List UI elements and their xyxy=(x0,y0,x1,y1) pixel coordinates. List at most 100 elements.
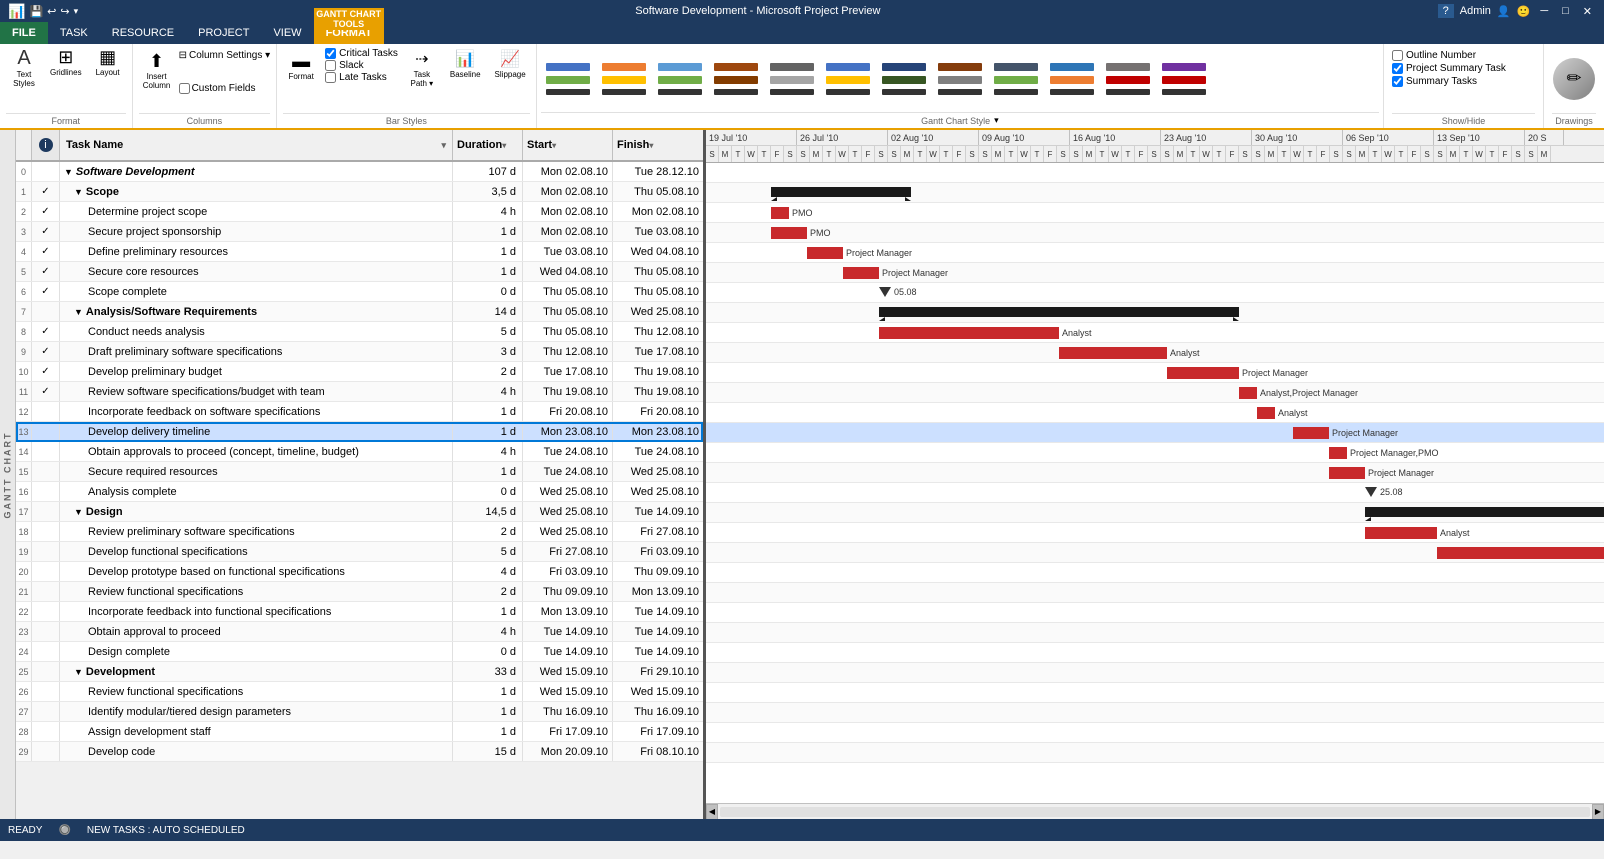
gantt-style-expand[interactable]: ▾ xyxy=(994,115,999,126)
table-row[interactable]: 14Obtain approvals to proceed (concept, … xyxy=(16,442,703,462)
custom-fields-check[interactable] xyxy=(179,83,190,94)
table-row[interactable]: 10✓Develop preliminary budget2 dTue 17.0… xyxy=(16,362,703,382)
baseline-btn[interactable]: 📊 Baseline xyxy=(446,46,485,81)
table-row[interactable]: 2✓Determine project scope4 hMon 02.08.10… xyxy=(16,202,703,222)
table-row[interactable]: 5✓Secure core resources1 dWed 04.08.10Th… xyxy=(16,262,703,282)
minimize-btn[interactable]: ─ xyxy=(1536,5,1552,17)
quick-access-redo[interactable]: ↪ xyxy=(60,5,69,18)
table-row[interactable]: 22Incorporate feedback into functional s… xyxy=(16,602,703,622)
gantt-scroll-right[interactable]: ▶ xyxy=(1592,804,1604,820)
close-btn[interactable]: ✕ xyxy=(1579,5,1596,18)
tab-view[interactable]: VIEW xyxy=(261,22,313,44)
project-summary-task-check[interactable] xyxy=(1392,63,1403,74)
table-row[interactable]: 1✓▼Scope3,5 dMon 02.08.10Thu 05.08.10 xyxy=(16,182,703,202)
layout-btn[interactable]: ▦ Layout xyxy=(90,46,126,79)
table-row[interactable]: 17▼Design14,5 dWed 25.08.10Tue 14.09.10 xyxy=(16,502,703,522)
tab-project[interactable]: PROJECT xyxy=(186,22,261,44)
table-row[interactable]: 16Analysis complete0 dWed 25.08.10Wed 25… xyxy=(16,482,703,502)
gantt-style-6[interactable] xyxy=(821,59,875,99)
gantt-style-3[interactable] xyxy=(653,59,707,99)
restore-btn[interactable]: □ xyxy=(1558,5,1573,17)
table-row[interactable]: 29Develop code15 dMon 20.09.10Fri 08.10.… xyxy=(16,742,703,762)
project-summary-task-checkbox[interactable]: Project Summary Task xyxy=(1392,63,1535,74)
table-row[interactable]: 19Develop functional specifications5 dFr… xyxy=(16,542,703,562)
table-row[interactable]: 11✓Review software specifications/budget… xyxy=(16,382,703,402)
gantt-style-11[interactable] xyxy=(1101,59,1155,99)
gridlines-btn[interactable]: ⊞ Gridlines xyxy=(46,46,86,79)
table-row[interactable]: 12Incorporate feedback on software speci… xyxy=(16,402,703,422)
col-duration-header[interactable]: Duration ▾ xyxy=(453,130,523,160)
format-bar-btn[interactable]: ▬ Format xyxy=(283,46,319,83)
start-filter-icon[interactable]: ▾ xyxy=(552,141,556,150)
col-start-header[interactable]: Start ▾ xyxy=(523,130,613,160)
drawing-btn[interactable]: ✏ xyxy=(1552,46,1596,111)
drawing-circle-icon[interactable]: ✏ xyxy=(1553,58,1595,100)
summary-tasks-checkbox[interactable]: Summary Tasks xyxy=(1392,76,1535,87)
table-row[interactable]: 24Design complete0 dTue 14.09.10Tue 14.0… xyxy=(16,642,703,662)
table-row[interactable]: 8✓Conduct needs analysis5 dThu 05.08.10T… xyxy=(16,322,703,342)
slack-check[interactable] xyxy=(325,60,336,71)
tab-file[interactable]: FILE xyxy=(0,22,48,44)
col-task-name-header[interactable]: Task Name ▾ xyxy=(60,130,453,160)
summary-tasks-check[interactable] xyxy=(1392,76,1403,87)
tab-resource[interactable]: RESOURCE xyxy=(100,22,186,44)
cell-duration: 1 d xyxy=(453,262,523,281)
table-row[interactable]: 6✓Scope complete0 dThu 05.08.10Thu 05.08… xyxy=(16,282,703,302)
column-settings-btn[interactable]: ⊟ Column Settings ▾ xyxy=(179,50,271,61)
text-styles-btn[interactable]: A TextStyles xyxy=(6,46,42,90)
gantt-style-8[interactable] xyxy=(933,59,987,99)
table-row[interactable]: 28Assign development staff1 dFri 17.09.1… xyxy=(16,722,703,742)
gantt-style-12[interactable] xyxy=(1157,59,1211,99)
table-row[interactable]: 9✓Draft preliminary software specificati… xyxy=(16,342,703,362)
gantt-style-4[interactable] xyxy=(709,59,763,99)
gantt-style-9[interactable] xyxy=(989,59,1043,99)
custom-fields-checkbox[interactable]: Custom Fields xyxy=(179,83,256,94)
tab-task[interactable]: TASK xyxy=(48,22,100,44)
table-row[interactable]: 13Develop delivery timeline1 dMon 23.08.… xyxy=(16,422,703,442)
table-row[interactable]: 26Review functional specifications1 dWed… xyxy=(16,682,703,702)
table-row[interactable]: 21Review functional specifications2 dThu… xyxy=(16,582,703,602)
table-row[interactable]: 0▼Software Development107 dMon 02.08.10T… xyxy=(16,162,703,182)
gantt-style-2[interactable] xyxy=(597,59,651,99)
tab-format[interactable]: FORMAT GANTT CHART TOOLS xyxy=(314,22,384,44)
day-header-cell: S xyxy=(1252,146,1265,162)
late-tasks-checkbox[interactable]: Late Tasks xyxy=(325,72,398,83)
late-tasks-check[interactable] xyxy=(325,72,336,83)
gantt-style-5[interactable] xyxy=(765,59,819,99)
finish-filter-icon[interactable]: ▾ xyxy=(649,141,653,150)
col-finish-header[interactable]: Finish ▾ xyxy=(613,130,703,160)
table-row[interactable]: 3✓Secure project sponsorship1 dMon 02.08… xyxy=(16,222,703,242)
outline-number-check[interactable] xyxy=(1392,50,1403,61)
quick-access-undo[interactable]: ↩ xyxy=(47,5,56,18)
help-btn[interactable]: ? xyxy=(1438,4,1454,18)
insert-column-btn[interactable]: ⬆ InsertColumn xyxy=(139,46,175,92)
duration-filter-icon[interactable]: ▾ xyxy=(502,141,506,150)
task-path-btn[interactable]: ⇢ TaskPath ▾ xyxy=(404,46,440,90)
table-row[interactable]: 7▼Analysis/Software Requirements14 dThu … xyxy=(16,302,703,322)
table-row[interactable]: 27Identify modular/tiered design paramet… xyxy=(16,702,703,722)
quick-access-save[interactable]: 💾 xyxy=(29,5,43,18)
gantt-scroll-left[interactable]: ◀ xyxy=(706,804,718,820)
task-name-filter-icon[interactable]: ▾ xyxy=(441,140,446,151)
table-row[interactable]: 25▼Development33 dWed 15.09.10Fri 29.10.… xyxy=(16,662,703,682)
table-row[interactable]: 18Review preliminary software specificat… xyxy=(16,522,703,542)
day-header-cell: F xyxy=(953,146,966,162)
gantt-scrollbar-track[interactable] xyxy=(720,807,1590,817)
swatch-bar-12b xyxy=(1162,76,1206,84)
outline-number-checkbox[interactable]: Outline Number xyxy=(1392,50,1535,61)
gantt-scroll-bar[interactable]: ◀ ▶ xyxy=(706,803,1604,819)
slippage-btn[interactable]: 📈 Slippage xyxy=(491,46,530,81)
gantt-style-7[interactable] xyxy=(877,59,931,99)
critical-tasks-check[interactable] xyxy=(325,48,336,59)
gantt-style-1[interactable] xyxy=(541,59,595,99)
gantt-style-10[interactable] xyxy=(1045,59,1099,99)
table-row[interactable]: 15Secure required resources1 dTue 24.08.… xyxy=(16,462,703,482)
critical-tasks-checkbox[interactable]: Critical Tasks xyxy=(325,48,398,59)
day-header-cell: T xyxy=(758,146,771,162)
table-row[interactable]: 20Develop prototype based on functional … xyxy=(16,562,703,582)
table-row[interactable]: 23Obtain approval to proceed4 hTue 14.09… xyxy=(16,622,703,642)
slack-checkbox[interactable]: Slack xyxy=(325,60,398,71)
table-row[interactable]: 4✓Define preliminary resources1 dTue 03.… xyxy=(16,242,703,262)
swatch-bar-5a xyxy=(770,63,814,71)
column-settings-icon: ⊟ xyxy=(179,50,187,61)
